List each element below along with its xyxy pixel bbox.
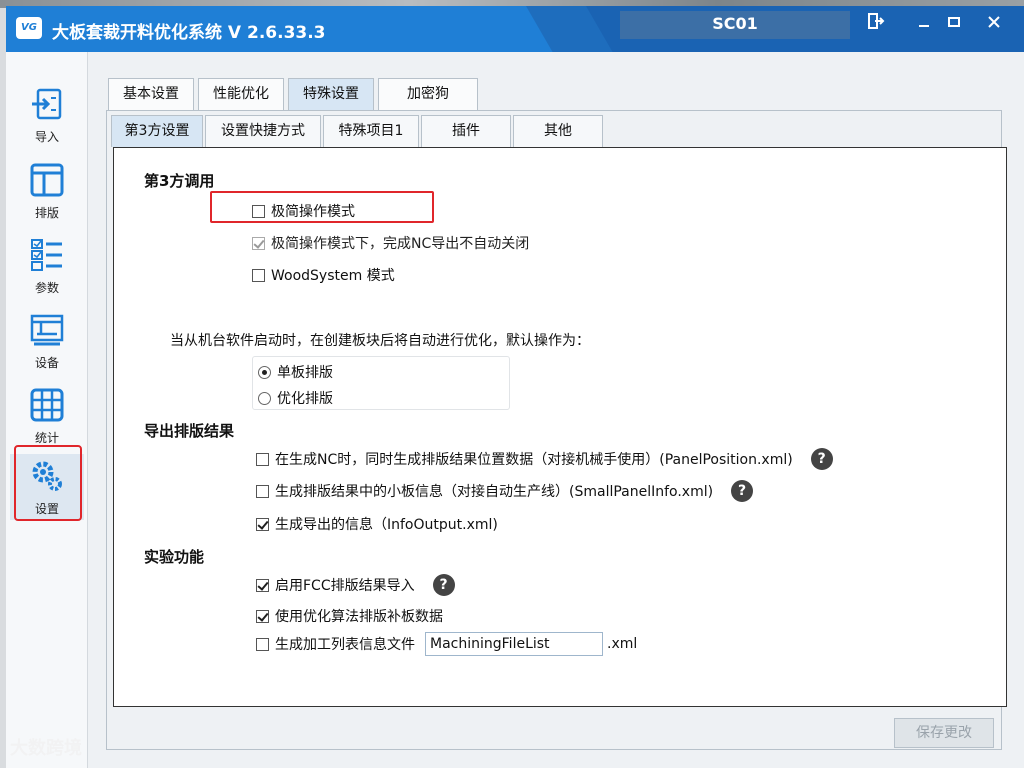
simple-mode-option[interactable]: 极简操作模式 — [252, 201, 355, 221]
no-auto-close-checkbox[interactable] — [252, 236, 265, 250]
info-output-option[interactable]: 生成导出的信息（InfoOutput.xml) — [256, 514, 498, 534]
optimized-layout-radio[interactable] — [258, 391, 271, 405]
tab-dongle[interactable]: 加密狗 — [378, 78, 478, 110]
tab-other[interactable]: 其他 — [513, 115, 603, 147]
app-title: 大板套裁开料优化系统 V 2.6.33.3 — [52, 23, 326, 43]
minimize-icon[interactable] — [910, 12, 938, 38]
save-changes-button[interactable]: 保存更改 — [894, 718, 994, 748]
machining-list-option[interactable]: 生成加工列表信息文件 .xml — [256, 632, 637, 656]
section-title-third-party: 第3方调用 — [144, 172, 215, 190]
device-icon — [30, 314, 64, 346]
sub-tabs: 第3方设置 设置快捷方式 特殊项目1 插件 其他 — [111, 115, 605, 147]
startup-description: 当从机台软件启动时，在创建板块后将自动进行优化，默认操作为： — [170, 333, 590, 349]
settings-icon — [32, 461, 62, 491]
supplement-data-checkbox[interactable] — [256, 609, 269, 623]
app-window: VG 大板套裁开料优化系统 V 2.6.33.3 SC01 导入 排版 参数 设… — [6, 6, 1024, 768]
top-tabs: 基本设置 性能优化 特殊设置 加密狗 — [108, 78, 482, 110]
small-panel-info-checkbox[interactable] — [256, 484, 269, 498]
sidebar-item-settings[interactable]: 设置 — [10, 454, 84, 520]
sidebar-item-import[interactable]: 导入 — [10, 82, 84, 148]
optimized-layout-option[interactable]: 优化排版 — [258, 388, 333, 408]
single-board-radio[interactable] — [258, 365, 271, 379]
tab-performance[interactable]: 性能优化 — [198, 78, 284, 110]
tab-special-settings[interactable]: 特殊设置 — [288, 78, 374, 110]
parameters-icon — [31, 239, 62, 271]
help-icon[interactable]: ? — [810, 448, 833, 470]
section-title-export: 导出排版结果 — [144, 422, 235, 440]
device-name: SC01 — [712, 14, 758, 33]
maximize-icon[interactable] — [940, 12, 968, 38]
settings-panel: 第3方设置 设置快捷方式 特殊项目1 插件 其他 第3方调用 极简操作模式 极简… — [106, 110, 1007, 750]
statistics-icon — [30, 388, 64, 422]
help-icon[interactable]: ? — [731, 480, 754, 502]
sidebar: 导入 排版 参数 设备 统计 设置 — [6, 52, 88, 768]
tab-special-item1[interactable]: 特殊项目1 — [323, 115, 419, 147]
layout-icon — [30, 163, 64, 197]
title-bar: VG 大板套裁开料优化系统 V 2.6.33.3 SC01 — [6, 6, 1024, 52]
sidebar-item-parameters[interactable]: 参数 — [10, 233, 84, 299]
machining-list-checkbox[interactable] — [256, 637, 269, 651]
tab-basic-settings[interactable]: 基本设置 — [108, 78, 194, 110]
no-auto-close-option[interactable]: 极简操作模式下，完成NC导出不自动关闭 — [252, 233, 529, 253]
file-extension-label: .xml — [607, 636, 638, 652]
app-logo: VG — [16, 17, 42, 39]
help-icon[interactable]: ? — [432, 574, 455, 596]
woodsystem-mode-option[interactable]: WoodSystem 模式 — [252, 265, 395, 285]
import-icon — [32, 88, 62, 120]
panel-position-option[interactable]: 在生成NC时，同时生成排版结果位置数据（对接机械手使用）(PanelPositi… — [256, 448, 833, 470]
tab-third-party[interactable]: 第3方设置 — [111, 115, 203, 147]
single-board-layout-option[interactable]: 单板排版 — [258, 362, 333, 382]
main-area: 基本设置 性能优化 特殊设置 加密狗 第3方设置 设置快捷方式 特殊项目1 插件… — [88, 52, 1024, 768]
watermark: 大数跨境 — [10, 738, 82, 759]
simple-mode-checkbox[interactable] — [252, 204, 265, 218]
third-party-content: 第3方调用 极简操作模式 极简操作模式下，完成NC导出不自动关闭 WoodSys… — [113, 147, 1007, 707]
small-panel-info-option[interactable]: 生成排版结果中的小板信息（对接自动生产线）(SmallPanelInfo.xml… — [256, 480, 754, 502]
supplement-data-option[interactable]: 使用优化算法排版补板数据 — [256, 606, 443, 626]
section-title-experimental: 实验功能 — [144, 548, 205, 566]
exit-icon[interactable] — [862, 12, 890, 38]
info-output-checkbox[interactable] — [256, 517, 269, 531]
machining-filename-input[interactable] — [425, 632, 603, 656]
fcc-import-option[interactable]: 启用FCC排版结果导入 ? — [256, 574, 455, 596]
sidebar-item-statistics[interactable]: 统计 — [10, 383, 84, 449]
tab-plugins[interactable]: 插件 — [421, 115, 511, 147]
tab-shortcuts[interactable]: 设置快捷方式 — [205, 115, 321, 147]
panel-position-checkbox[interactable] — [256, 452, 269, 466]
woodsystem-mode-checkbox[interactable] — [252, 268, 265, 282]
sidebar-item-layout[interactable]: 排版 — [10, 158, 84, 224]
close-icon[interactable] — [980, 12, 1008, 38]
sidebar-item-device[interactable]: 设备 — [10, 308, 84, 374]
fcc-import-checkbox[interactable] — [256, 578, 269, 592]
